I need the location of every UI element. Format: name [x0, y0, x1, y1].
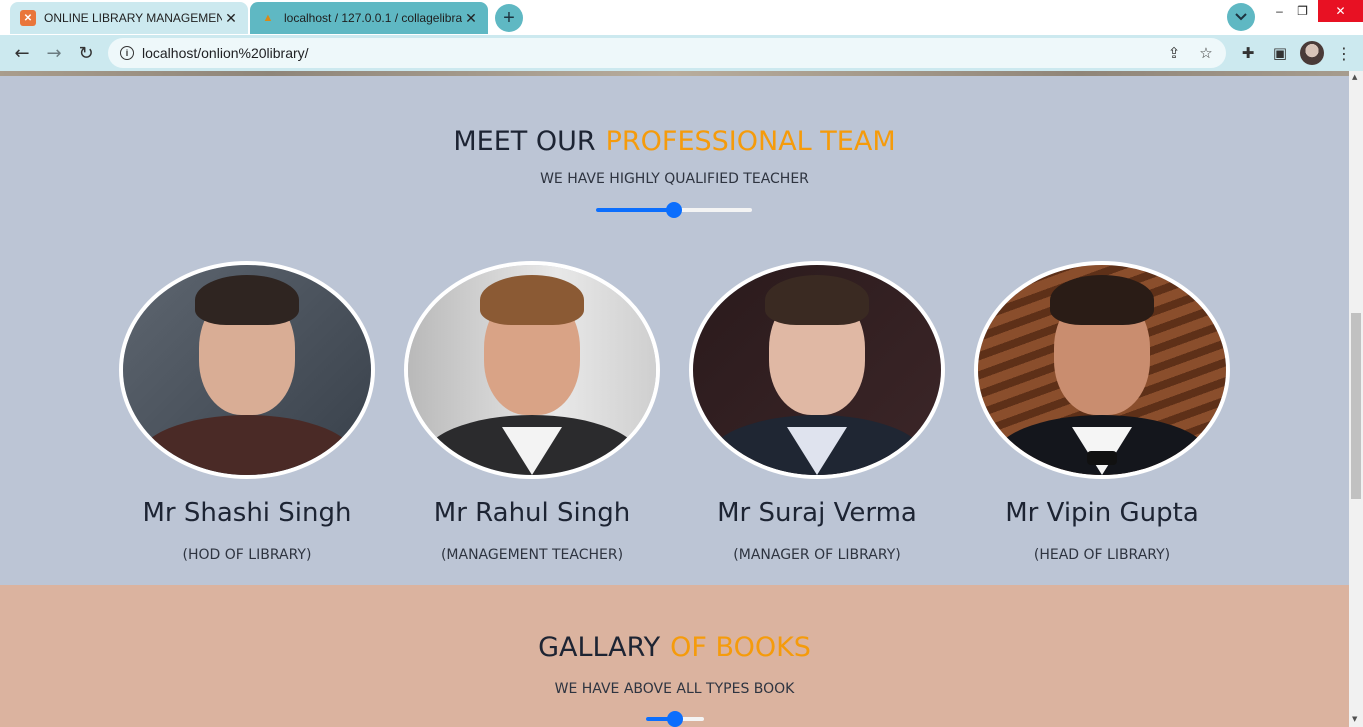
address-bar[interactable]: i localhost/onlion%20library/ ⇪ ☆	[108, 38, 1226, 68]
forward-button[interactable]: →	[40, 39, 68, 67]
team-section: MEET OUR PROFESSIONAL TEAM WE HAVE HIGHLY…	[0, 76, 1349, 585]
member-role: (HEAD OF LIBRARY)	[1033, 547, 1171, 563]
member-role: (MANAGER OF LIBRARY)	[733, 547, 901, 563]
star-icon[interactable]: ☆	[1194, 41, 1218, 65]
chevron-down-icon	[1235, 13, 1247, 21]
gallery-section: GALLARY OF BOOKS WE HAVE ABOVE ALL TYPES …	[0, 585, 1349, 727]
xampp-icon: ✕	[20, 10, 36, 26]
team-heading-accent: PROFESSIONAL TEAM	[605, 126, 896, 157]
member-role: (HOD OF LIBRARY)	[182, 547, 312, 563]
profile-avatar[interactable]	[1300, 41, 1324, 65]
tab-search-button[interactable]	[1227, 3, 1255, 31]
phpmyadmin-icon: ▲	[262, 12, 274, 24]
member-photo	[404, 261, 660, 479]
reload-button[interactable]: ↻	[72, 39, 100, 67]
team-subtitle: WE HAVE HIGHLY QUALIFIED TEACHER	[540, 171, 809, 187]
extensions-icon[interactable]: ✚	[1236, 41, 1260, 65]
share-icon[interactable]: ⇪	[1162, 41, 1186, 65]
tab-online-library[interactable]: ✕ ONLINE LIBRARY MANAGEMENT ✕	[10, 2, 248, 34]
gallery-subtitle: WE HAVE ABOVE ALL TYPES BOOK	[554, 681, 795, 697]
gallery-heading: GALLARY OF BOOKS	[0, 632, 1349, 663]
tab-title: localhost / 127.0.0.1 / collagelibra	[284, 11, 462, 25]
back-button[interactable]: ←	[8, 39, 36, 67]
team-heading-main: MEET OUR	[453, 126, 596, 157]
url-text[interactable]: localhost/onlion%20library/	[142, 45, 1162, 61]
slider-knob[interactable]	[666, 202, 682, 218]
member-name: Mr Vipin Gupta	[1005, 498, 1199, 528]
slider-knob[interactable]	[667, 711, 683, 727]
info-icon[interactable]: i	[120, 46, 134, 60]
gallery-slider[interactable]	[646, 711, 704, 727]
member-name: Mr Rahul Singh	[433, 498, 631, 528]
tab-title: ONLINE LIBRARY MANAGEMENT	[44, 11, 222, 25]
member-photo	[689, 261, 945, 479]
page-scrollbar[interactable]: ▲ ▼	[1349, 71, 1363, 727]
team-heading: MEET OUR PROFESSIONAL TEAM	[0, 126, 1349, 157]
member-photo	[974, 261, 1230, 479]
gallery-heading-accent: OF BOOKS	[670, 632, 811, 663]
member-photo	[119, 261, 375, 479]
new-tab-button[interactable]: +	[495, 4, 523, 32]
side-panel-icon[interactable]: ▣	[1268, 41, 1292, 65]
browser-toolbar: ← → ↻ i localhost/onlion%20library/ ⇪ ☆ …	[0, 35, 1363, 71]
menu-icon[interactable]: ⋮	[1332, 41, 1356, 65]
close-icon[interactable]: ✕	[462, 9, 480, 27]
gallery-heading-main: GALLARY	[538, 632, 661, 663]
scrollbar-thumb[interactable]	[1351, 313, 1361, 499]
member-role: (MANAGEMENT TEACHER)	[440, 547, 624, 563]
scroll-up-arrow-icon[interactable]: ▲	[1352, 73, 1357, 81]
page-viewport: MEET OUR PROFESSIONAL TEAM WE HAVE HIGHLY…	[0, 71, 1349, 727]
window-close-button[interactable]: ✕	[1318, 0, 1363, 22]
slider-fill	[596, 208, 674, 212]
browser-tab-strip: ✕ ONLINE LIBRARY MANAGEMENT ✕ ▲ localhos…	[0, 0, 1363, 35]
tab-phpmyadmin[interactable]: ▲ localhost / 127.0.0.1 / collagelibra ✕	[250, 2, 488, 34]
member-name: Mr Suraj Verma	[717, 498, 917, 528]
scroll-down-arrow-icon[interactable]: ▼	[1352, 715, 1357, 723]
team-slider[interactable]	[596, 202, 752, 218]
close-icon[interactable]: ✕	[222, 9, 240, 27]
member-name: Mr Shashi Singh	[142, 498, 352, 528]
